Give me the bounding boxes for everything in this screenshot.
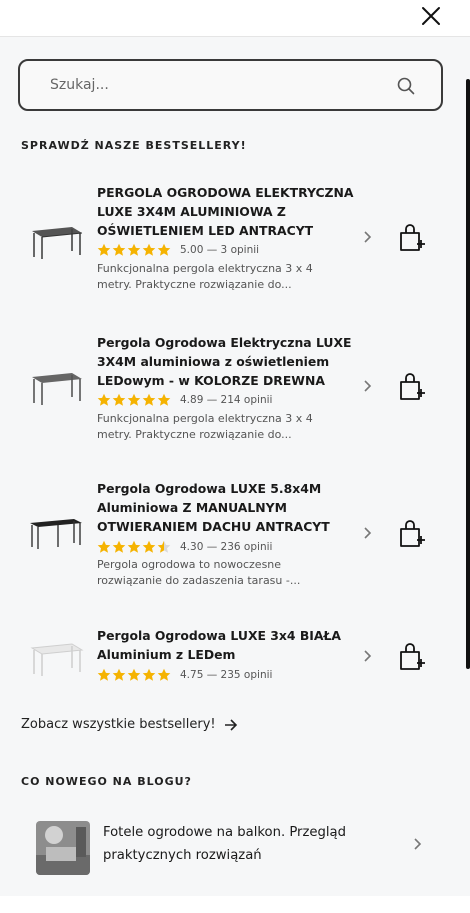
rating-text: 4.30 — 236 opinii bbox=[180, 541, 273, 553]
rating-text: 5.00 — 3 opinii bbox=[180, 244, 260, 256]
star-icon bbox=[127, 243, 141, 256]
star-icon bbox=[97, 668, 111, 681]
product-rating: 4.89 — 214 opinii bbox=[97, 392, 272, 408]
chevron-right-icon[interactable] bbox=[360, 649, 374, 663]
star-icon bbox=[157, 393, 171, 406]
product-item[interactable]: Pergola Ogrodowa Elektryczna LUXE 3X4M a… bbox=[20, 327, 440, 467]
product-rating: 4.75 — 235 opinii bbox=[97, 667, 272, 683]
star-icon bbox=[142, 540, 156, 553]
pergola-large-icon bbox=[30, 519, 82, 549]
see-all-label: Zobacz wszystkie bestsellery! bbox=[21, 717, 216, 732]
blog-post-title[interactable]: Fotele ogrodowe na balkon. Przegląd prak… bbox=[103, 821, 393, 867]
blog-heading: CO NOWEGO NA BLOGU? bbox=[21, 775, 192, 788]
stars bbox=[97, 243, 171, 257]
search-input[interactable] bbox=[50, 74, 390, 96]
star-icon bbox=[142, 243, 156, 256]
bestsellers-heading: SPRAWDŹ NASZE BESTSELLERY! bbox=[21, 139, 247, 152]
chevron-right-icon[interactable] bbox=[360, 379, 374, 393]
star-icon bbox=[142, 668, 156, 681]
star-icon bbox=[127, 540, 141, 553]
star-icon bbox=[112, 540, 126, 553]
blog-thumbnail bbox=[36, 821, 90, 875]
chevron-right-icon[interactable] bbox=[410, 837, 424, 851]
see-all-bestsellers-link[interactable]: Zobacz wszystkie bestsellery! bbox=[21, 717, 238, 732]
search-icon[interactable] bbox=[397, 77, 415, 95]
add-to-cart-icon[interactable] bbox=[398, 519, 426, 549]
stars bbox=[97, 668, 171, 682]
product-rating: 5.00 — 3 opinii bbox=[97, 242, 259, 258]
product-description: Funkcjonalna pergola elektryczna 3 x 4 m… bbox=[97, 262, 313, 291]
star-icon bbox=[112, 668, 126, 681]
star-icon bbox=[127, 668, 141, 681]
product-item[interactable]: Pergola Ogrodowa LUXE 5.8x4M Aluminiowa … bbox=[20, 473, 440, 623]
star-icon bbox=[157, 243, 171, 256]
star-icon bbox=[97, 393, 111, 406]
star-icon bbox=[97, 243, 111, 256]
rating-text: 4.89 — 214 opinii bbox=[180, 394, 273, 406]
top-bar bbox=[0, 0, 470, 36]
product-description: Pergola ogrodowa to nowoczesne rozwiązan… bbox=[97, 558, 301, 587]
close-icon[interactable] bbox=[420, 5, 442, 27]
star-icon bbox=[157, 540, 171, 553]
search-panel: SPRAWDŹ NASZE BESTSELLERY! PERGOLA OGROD… bbox=[0, 36, 470, 896]
pergola-white-icon bbox=[30, 643, 84, 676]
bottom-bar bbox=[0, 896, 470, 913]
product-title[interactable]: Pergola Ogrodowa Elektryczna LUXE 3X4M a… bbox=[97, 333, 355, 390]
star-icon bbox=[127, 393, 141, 406]
stars bbox=[97, 540, 171, 554]
scrollbar[interactable] bbox=[466, 79, 470, 669]
star-icon bbox=[157, 668, 171, 681]
star-icon bbox=[112, 243, 126, 256]
add-to-cart-icon[interactable] bbox=[398, 642, 426, 672]
blog-post-item[interactable]: Fotele ogrodowe na balkon. Przegląd prak… bbox=[20, 809, 440, 879]
product-item[interactable]: PERGOLA OGRODOWA ELEKTRYCZNA LUXE 3X4M A… bbox=[20, 177, 440, 317]
star-icon bbox=[97, 540, 111, 553]
chevron-right-icon[interactable] bbox=[360, 230, 374, 244]
product-title[interactable]: PERGOLA OGRODOWA ELEKTRYCZNA LUXE 3X4M A… bbox=[97, 183, 355, 240]
add-to-cart-icon[interactable] bbox=[398, 372, 426, 402]
search-box bbox=[18, 59, 443, 111]
add-to-cart-icon[interactable] bbox=[398, 223, 426, 253]
product-rating: 4.30 — 236 opinii bbox=[97, 539, 272, 555]
arrow-right-icon bbox=[224, 718, 237, 731]
product-title[interactable]: Pergola Ogrodowa LUXE 3x4 BIAŁA Aluminiu… bbox=[97, 626, 355, 664]
star-icon bbox=[142, 393, 156, 406]
star-icon bbox=[112, 393, 126, 406]
chevron-right-icon[interactable] bbox=[360, 526, 374, 540]
stars bbox=[97, 393, 171, 407]
pergola-wood-icon bbox=[32, 373, 82, 405]
pergola-anthracite-icon bbox=[32, 227, 83, 259]
rating-text: 4.75 — 235 opinii bbox=[180, 669, 273, 681]
product-title[interactable]: Pergola Ogrodowa LUXE 5.8x4M Aluminiowa … bbox=[97, 479, 355, 536]
product-description: Funkcjonalna pergola elektryczna 3 x 4 m… bbox=[97, 412, 313, 441]
product-item[interactable]: Pergola Ogrodowa LUXE 3x4 BIAŁA Aluminiu… bbox=[20, 620, 440, 700]
